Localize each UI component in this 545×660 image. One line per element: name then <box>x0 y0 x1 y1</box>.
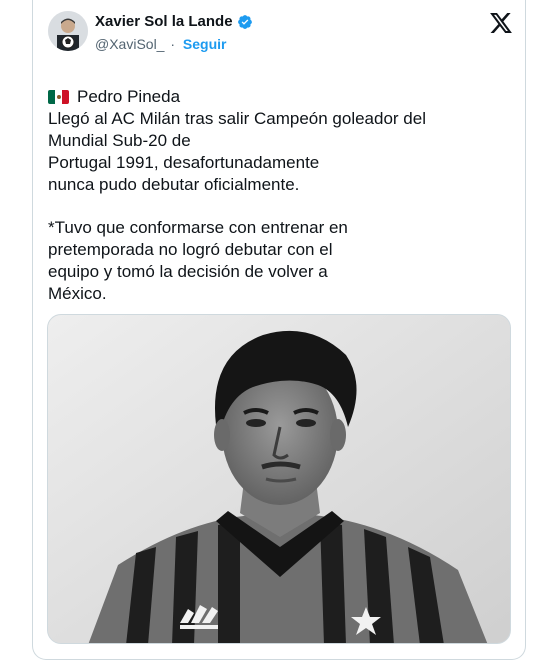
author-name[interactable]: Xavier Sol la Lande <box>95 13 233 31</box>
x-logo-icon[interactable] <box>490 13 512 33</box>
tweet-line-1: Pedro Pineda <box>48 64 488 108</box>
author-name-row: Xavier Sol la Lande <box>95 13 253 31</box>
tweet-paragraph-2: *Tuvo que conformarse con entrenar en pr… <box>48 218 348 303</box>
mexico-flag-icon <box>48 90 69 104</box>
separator-dot: · <box>170 36 176 52</box>
verified-badge-icon <box>237 14 253 30</box>
tweet-title: Pedro Pineda <box>77 87 181 106</box>
tweet-photo[interactable] <box>47 314 511 644</box>
tweet-paragraph-1: Llegó al AC Milán tras salir Campeón gol… <box>48 109 426 194</box>
follow-button[interactable]: Seguir <box>183 36 227 52</box>
author-handle-row: @XaviSol_ · Seguir <box>95 36 227 53</box>
author-handle[interactable]: @XaviSol_ <box>95 36 164 52</box>
author-avatar[interactable] <box>48 11 88 51</box>
